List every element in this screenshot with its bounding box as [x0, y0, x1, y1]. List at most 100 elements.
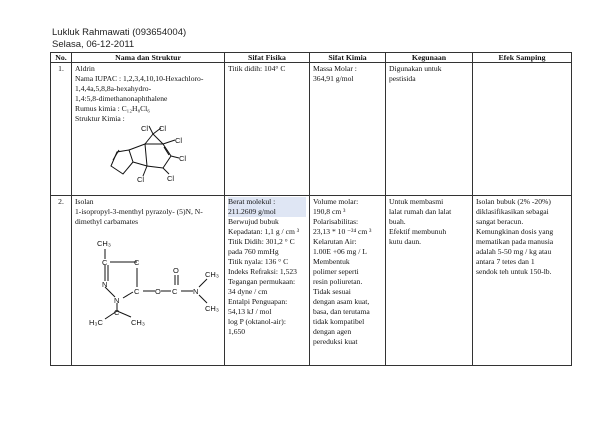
- physical-form: Berwujud bubuk: [228, 217, 279, 226]
- isolan-structure: CH₃ C C N C O C O N CH₃ CH₃ N C H₃C CH₃: [89, 239, 219, 327]
- chlorine-label: Cl: [141, 124, 148, 133]
- kimia-text: dengan agen: [313, 327, 352, 336]
- kimia-text: 1.00E +06 mg / L: [313, 247, 367, 256]
- table-row: 1. Aldrin Nama IUPAC : 1,2,3,4,10,10-Hex…: [50, 62, 572, 196]
- carbon-label: C: [102, 258, 108, 267]
- efek-cell: [472, 62, 572, 196]
- efek-cell: Isolan bubuk (2% -20%) diklasifikasikan …: [472, 195, 572, 366]
- kimia-text: Membentuk: [313, 257, 350, 266]
- surface-tension-value: 34 dyne / cm: [228, 287, 268, 296]
- iupac-name: Nama IUPAC : 1,2,3,4,10,10-Hexachloro-: [75, 74, 204, 83]
- molar-mass-value: 364,91 g/mol: [313, 74, 354, 83]
- usage-text: kutu daun.: [389, 237, 422, 246]
- kimia-text: Tidak sesuai: [313, 287, 351, 296]
- logp-label: log P (oktanol-air):: [228, 317, 286, 326]
- kimia-cell: Massa Molar : 364,91 g/mol: [309, 62, 386, 196]
- flash-point: Titik nyala: 136 ° C: [228, 257, 289, 266]
- table-header-row: No. Nama dan Struktur Sifat Fisika Sifat…: [50, 52, 572, 63]
- name-cell: Isolan 1-isopropyl-3-menthyl pyrazoly- (…: [71, 195, 225, 366]
- table-row: 2. Isolan 1-isopropyl-3-menthyl pyrazoly…: [50, 195, 572, 366]
- kimia-text: Kelarutan Air:: [313, 237, 357, 246]
- col-header-name: Nama dan Struktur: [71, 52, 225, 63]
- methyl-label: H₃C: [89, 318, 103, 327]
- methyl-label: CH₃: [97, 239, 111, 248]
- document-date: Selasa, 06-12-2011: [52, 39, 135, 50]
- side-effect-text: diklasifikasikan sebagai: [476, 207, 549, 216]
- row-number: 1.: [50, 62, 72, 196]
- kimia-text: tidak kompatibel: [313, 317, 365, 326]
- carbonyl-oxygen-label: O: [173, 266, 179, 275]
- nitrogen-label: N: [114, 296, 119, 305]
- carbon-label: C: [134, 287, 140, 296]
- methyl-label: CH₃: [205, 304, 219, 313]
- usage-text: buah.: [389, 217, 406, 226]
- kimia-text: Polarisabilitas:: [313, 217, 359, 226]
- oxygen-label: O: [155, 287, 161, 296]
- side-effect-text: Isolan bubuk (2% -20%): [476, 197, 551, 206]
- compound-table: No. Nama dan Struktur Sifat Fisika Sifat…: [50, 52, 572, 366]
- logp-value: 1,650: [228, 327, 246, 336]
- carbon-label: C: [114, 308, 120, 317]
- carbonyl-carbon-label: C: [172, 287, 178, 296]
- methyl-label: CH₃: [205, 270, 219, 279]
- surface-tension-label: Tegangan permukaan:: [228, 277, 296, 286]
- nitrogen-label: N: [102, 280, 107, 289]
- formula: Rumus kimia : C₁₂H₈Cl₆: [75, 104, 150, 113]
- col-header-no: No.: [50, 52, 72, 63]
- boiling-point: Titik Didih: 301,2 ° C: [228, 237, 295, 246]
- kegunaan-cell: Digunakan untuk pestisida: [385, 62, 473, 196]
- iupac-name-cont: dimethyl carbamates: [75, 217, 139, 226]
- kimia-text: dengan asam kuat,: [313, 297, 370, 306]
- usage-text: Untuk membasmi: [389, 197, 444, 206]
- chlorine-label: Cl: [159, 124, 166, 133]
- col-header-fisika: Sifat Fisika: [224, 52, 310, 63]
- kimia-text: polimer seperti: [313, 267, 359, 276]
- aldrin-structure: Cl Cl Cl Cl Cl Cl: [110, 124, 186, 184]
- side-effect-text: mematikan pada manusia: [476, 237, 554, 246]
- side-effect-text: Kemungkinan dosis yang: [476, 227, 554, 236]
- kimia-text: Volume molar:: [313, 197, 359, 206]
- iupac-name-cont: 1,4:5,8-dimethanonaphthalene: [75, 94, 168, 103]
- molecular-weight-label: Berat molekul :: [228, 197, 306, 207]
- refractive-index: Indeks Refraksi: 1,523: [228, 267, 297, 276]
- kegunaan-cell: Untuk membasmi lalat rumah dan lalat bua…: [385, 195, 473, 366]
- carbon-label: C: [134, 258, 140, 267]
- side-effect-text: antara 7 tetes dan 1: [476, 257, 535, 266]
- kimia-text: 23,13 * 10 ⁻²⁴ cm ³: [313, 227, 372, 236]
- usage-text: pestisida: [389, 74, 416, 83]
- kimia-text: 190,8 cm ³: [313, 207, 346, 216]
- chlorine-label: Cl: [179, 154, 186, 163]
- col-header-kimia: Sifat Kimia: [309, 52, 386, 63]
- molar-mass-label: Massa Molar :: [313, 64, 357, 73]
- compound-name: Aldrin: [75, 64, 95, 73]
- structure-label: Struktur Kimia :: [75, 114, 125, 123]
- usage-text: Digunakan untuk: [389, 64, 442, 73]
- fisika-cell: Titik didih: 104° C: [224, 62, 310, 196]
- side-effect-text: sangat beracun.: [476, 217, 524, 226]
- col-header-kegunaan: Kegunaan: [385, 52, 473, 63]
- molecular-weight-value: 211.2609 g/mol: [228, 207, 306, 217]
- side-effect-text: sendok teh untuk 150-lb.: [476, 267, 552, 276]
- chlorine-label: Cl: [137, 175, 144, 184]
- iupac-name-cont: 1,4,4a,5,8,8a-hexahydro-: [75, 84, 152, 93]
- author-name: Lukluk Rahmawati (093654004): [52, 27, 187, 38]
- iupac-name: 1-isopropyl-3-menthyl pyrazoly- (5)N, N-: [75, 207, 203, 216]
- boiling-point: Titik didih: 104° C: [228, 64, 286, 73]
- fisika-cell: Berat molekul : 211.2609 g/mol Berwujud …: [224, 195, 310, 366]
- methyl-label: CH₃: [131, 318, 145, 327]
- kimia-text: resin poliuretan.: [313, 277, 363, 286]
- row-number: 2.: [50, 195, 72, 366]
- chlorine-label: Cl: [175, 136, 182, 145]
- enthalpy-label: Entalpi Penguapan:: [228, 297, 288, 306]
- amine-nitrogen-label: N: [193, 287, 198, 296]
- kimia-text: basa, dan terutama: [313, 307, 370, 316]
- name-cell: Aldrin Nama IUPAC : 1,2,3,4,10,10-Hexach…: [71, 62, 225, 196]
- usage-text: Efektif membunuh: [389, 227, 447, 236]
- boiling-point-pressure: pada 760 mmHg: [228, 247, 279, 256]
- density: Kepadatan: 1,1 g / cm ³: [228, 227, 300, 236]
- col-header-efek: Efek Samping: [472, 52, 572, 63]
- compound-name: Isolan: [75, 197, 94, 206]
- chlorine-label: Cl: [167, 174, 174, 183]
- kimia-cell: Volume molar: 190,8 cm ³ Polarisabilitas…: [309, 195, 386, 366]
- enthalpy-value: 54,13 kJ / mol: [228, 307, 272, 316]
